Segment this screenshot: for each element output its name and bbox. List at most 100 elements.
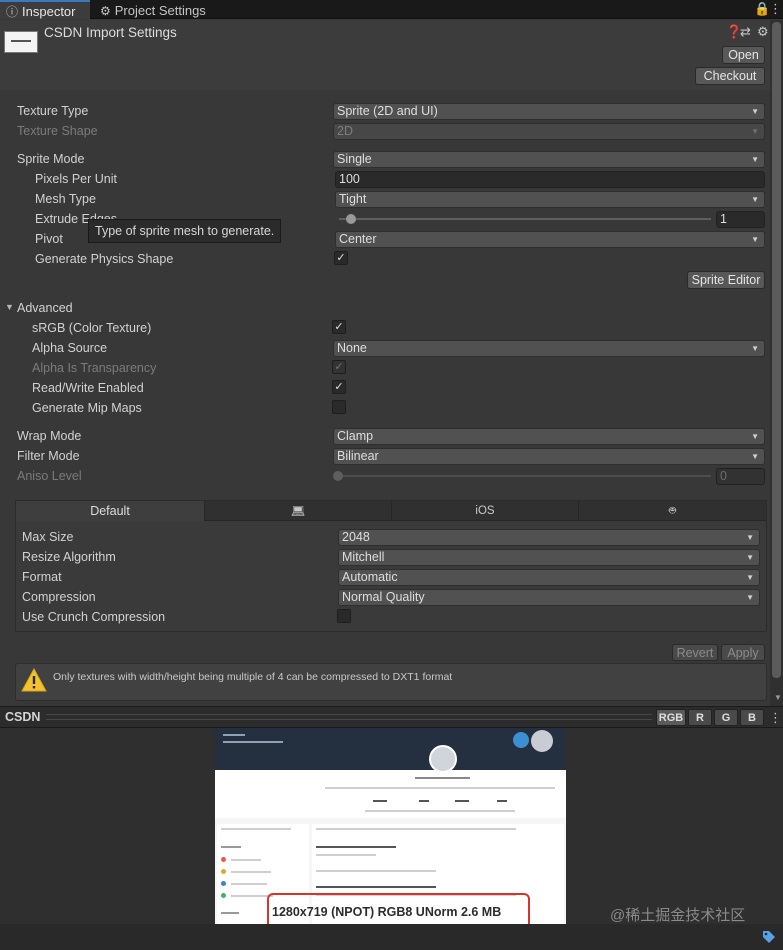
chevron-down-icon: ▼ — [746, 553, 754, 562]
scroll-down-icon[interactable]: ▼ — [774, 693, 782, 702]
texture-shape-dropdown: 2D ▼ — [333, 123, 765, 140]
tab-inspector-label: Inspector — [22, 4, 76, 19]
asset-thumbnail — [4, 31, 38, 53]
generate-physics-shape-checkbox[interactable]: ✓ — [334, 251, 348, 265]
max-size-dropdown[interactable]: 2048 ▼ — [338, 529, 760, 546]
chevron-down-icon: ▼ — [751, 452, 759, 461]
extrude-edges-slider-knob[interactable] — [346, 214, 356, 224]
tab-project-settings-label: Project Settings — [114, 3, 206, 18]
mesh-type-dropdown[interactable]: Tight ▼ — [335, 191, 765, 208]
tab-ios[interactable]: iOS — [392, 501, 579, 521]
mip-maps-checkbox[interactable] — [332, 400, 346, 414]
chevron-down-icon: ▼ — [746, 573, 754, 582]
preview-bottom-bar — [0, 924, 783, 950]
editor-tab-bar: ⓘ Inspector ⚙ Project Settings 🔒 ⋮ — [0, 0, 783, 19]
mesh-type-tooltip: Type of sprite mesh to generate. — [88, 219, 282, 243]
crunch-label: Use Crunch Compression — [22, 610, 166, 624]
generate-physics-shape-label: Generate Physics Shape — [35, 252, 174, 266]
kebab-menu-icon[interactable]: ⋮ — [769, 1, 782, 17]
chevron-down-icon: ▼ — [751, 155, 759, 164]
sprite-mode-dropdown[interactable]: Single ▼ — [333, 151, 765, 168]
chevron-down-icon: ▼ — [746, 533, 754, 542]
format-value: Automatic — [342, 570, 398, 584]
wrap-mode-dropdown[interactable]: Clamp ▼ — [333, 428, 765, 445]
alpha-is-transparency-label: Alpha Is Transparency — [32, 361, 157, 375]
pivot-label: Pivot — [35, 232, 63, 246]
open-button[interactable]: Open — [722, 46, 765, 64]
crunch-checkbox[interactable] — [337, 609, 351, 623]
advanced-foldout-label[interactable]: Advanced — [17, 301, 73, 315]
texture-shape-label: Texture Shape — [17, 124, 98, 138]
aniso-level-label: Aniso Level — [17, 469, 82, 483]
filter-mode-dropdown[interactable]: Bilinear ▼ — [333, 448, 765, 465]
channel-b-button[interactable]: B — [740, 709, 764, 726]
preview-menu-icon[interactable]: ⋮ — [769, 710, 782, 726]
chevron-down-icon: ▼ — [751, 195, 759, 204]
apply-button[interactable]: Apply — [721, 644, 765, 661]
resize-algorithm-dropdown[interactable]: Mitchell ▼ — [338, 549, 760, 566]
channel-r-button[interactable]: R — [688, 709, 712, 726]
read-write-label: Read/Write Enabled — [32, 381, 144, 395]
aniso-level-field: 0 — [716, 468, 765, 485]
settings-icon[interactable]: ⚙ — [757, 24, 769, 40]
texture-shape-value: 2D — [337, 124, 353, 138]
preview-title: CSDN — [5, 710, 41, 724]
pixels-per-unit-field[interactable]: 100 — [335, 171, 765, 188]
warning-text: Only textures with width/height being mu… — [53, 671, 453, 683]
tab-inspector[interactable]: ⓘ Inspector — [0, 0, 90, 19]
format-label: Format — [22, 570, 62, 584]
texture-type-dropdown[interactable]: Sprite (2D and UI) ▼ — [333, 103, 765, 120]
texture-type-label: Texture Type — [17, 104, 89, 118]
foldout-arrow-icon[interactable]: ▼ — [5, 302, 14, 312]
preset-icon[interactable]: ⇄ — [740, 24, 751, 40]
alpha-source-label: Alpha Source — [32, 341, 108, 355]
pivot-dropdown[interactable]: Center ▼ — [335, 231, 765, 248]
android-icon: 🤖︎ — [669, 505, 676, 517]
resize-algorithm-value: Mitchell — [342, 550, 385, 564]
mip-maps-label: Generate Mip Maps — [32, 401, 142, 415]
pixels-per-unit-label: Pixels Per Unit — [35, 172, 117, 186]
label-tag-icon[interactable] — [762, 930, 776, 944]
srgb-checkbox[interactable]: ✓ — [332, 320, 346, 334]
sprite-mode-label: Sprite Mode — [17, 152, 85, 166]
image-avatar — [429, 745, 457, 773]
chevron-down-icon: ▼ — [751, 432, 759, 441]
lock-icon[interactable]: 🔒 — [754, 1, 770, 17]
aniso-level-slider-knob — [333, 471, 343, 481]
sprite-editor-button[interactable]: Sprite Editor — [687, 271, 765, 289]
channel-g-button[interactable]: G — [714, 709, 738, 726]
compression-label: Compression — [22, 590, 96, 604]
chevron-down-icon: ▼ — [746, 593, 754, 602]
extrude-edges-field[interactable]: 1 — [716, 211, 765, 228]
format-dropdown[interactable]: Automatic ▼ — [338, 569, 760, 586]
wrap-mode-label: Wrap Mode — [17, 429, 82, 443]
channel-rgb-button[interactable]: RGB — [656, 709, 686, 726]
tab-project-settings[interactable]: ⚙ Project Settings — [94, 0, 214, 19]
sprite-mode-value: Single — [337, 152, 372, 166]
compression-value: Normal Quality — [342, 590, 425, 604]
mesh-type-value: Tight — [339, 192, 367, 206]
wrap-mode-value: Clamp — [337, 429, 374, 443]
chevron-down-icon: ▼ — [751, 344, 759, 353]
alpha-is-transparency-checkbox: ✓ — [332, 360, 346, 374]
alpha-source-dropdown[interactable]: None ▼ — [333, 340, 765, 357]
srgb-label: sRGB (Color Texture) — [32, 321, 152, 335]
compression-dropdown[interactable]: Normal Quality ▼ — [338, 589, 760, 606]
info-icon: ⓘ — [6, 5, 19, 19]
mesh-type-label: Mesh Type — [35, 192, 96, 206]
revert-button[interactable]: Revert — [672, 644, 718, 661]
tab-standalone[interactable]: 💻︎ — [205, 501, 392, 521]
aniso-level-slider-track — [337, 475, 711, 477]
tab-android[interactable]: 🤖︎ — [579, 501, 766, 521]
extrude-edges-slider-track[interactable] — [339, 218, 711, 220]
preview-drag-handle[interactable] — [46, 714, 652, 720]
read-write-checkbox[interactable]: ✓ — [332, 380, 346, 394]
inspector-scrollbar-thumb[interactable] — [772, 22, 781, 678]
import-settings-title: CSDN Import Settings — [44, 25, 177, 40]
resize-algorithm-label: Resize Algorithm — [22, 550, 116, 564]
tab-default[interactable]: Default — [16, 501, 205, 521]
chevron-down-icon: ▼ — [751, 235, 759, 244]
checkout-button[interactable]: Checkout — [695, 67, 765, 85]
image-banner — [215, 728, 566, 770]
monitor-icon: 💻︎ — [290, 505, 306, 518]
